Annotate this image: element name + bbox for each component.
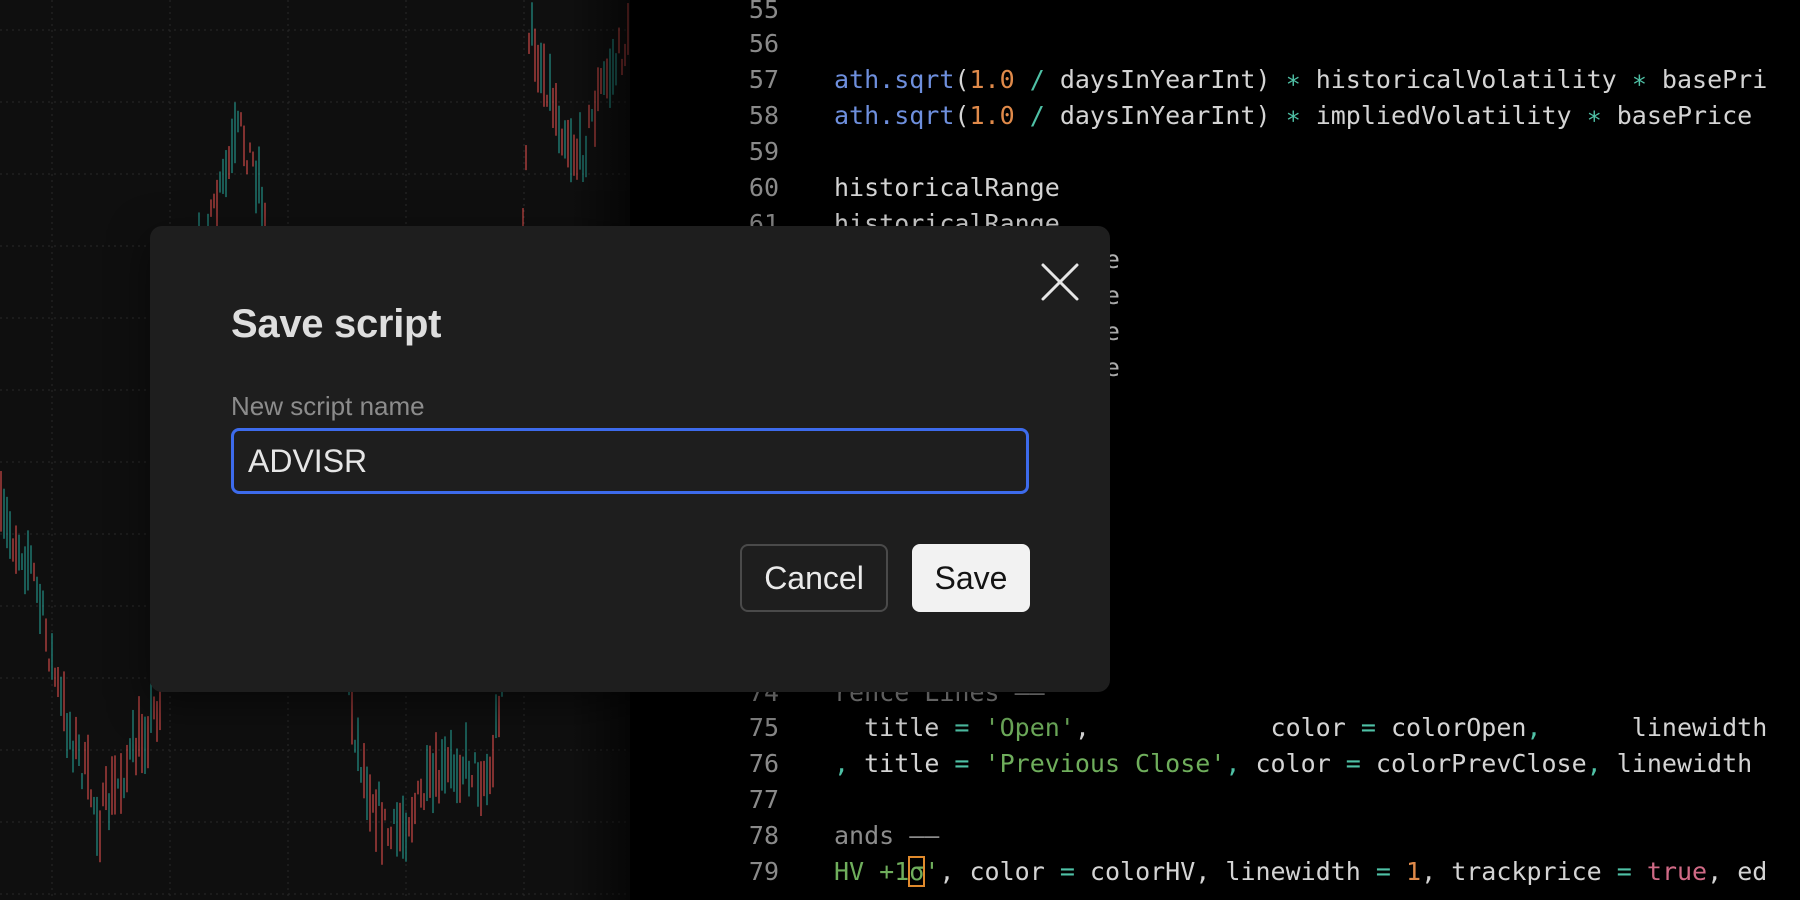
code-token: title (834, 713, 955, 742)
code-token: / (1029, 65, 1045, 94)
code-token: basePrice (1601, 101, 1753, 130)
code-line[interactable]: 77 (630, 782, 1800, 818)
code-token: ∗ (1285, 101, 1301, 130)
line-number: 56 (748, 29, 779, 58)
code-token: historicalVolatility (1300, 65, 1632, 94)
code-token: ∗ (1631, 65, 1647, 94)
code-text: HV +1σ', color = colorHV, linewidth = 1,… (834, 854, 1767, 890)
app-window: 55 56 57 ath.sqrt(1.0 / daysInYearInt) ∗ hi… (0, 0, 1800, 900)
code-text: ath.sqrt(1.0 / daysInYearInt) ∗ impliedV… (834, 98, 1752, 134)
code-token: = (954, 713, 970, 742)
code-token: , (1225, 749, 1241, 778)
line-number: 76 (748, 749, 779, 778)
code-token: linewidth (1541, 713, 1768, 742)
code-token: impliedVolatility (1300, 101, 1587, 130)
code-token: = (1616, 857, 1632, 886)
code-token: basePri (1646, 65, 1768, 94)
code-token: historicalRange (834, 173, 1060, 202)
code-line[interactable]: 76, title = 'Previous Close', color = co… (630, 746, 1800, 782)
code-token: 1.0 (969, 101, 1015, 130)
code-token: , (834, 749, 850, 778)
code-token: = (1345, 749, 1361, 778)
code-token: , color (939, 857, 1060, 886)
code-token: ∗ (1586, 101, 1602, 130)
text-cursor: σ (908, 856, 926, 887)
code-token: = (1059, 857, 1075, 886)
code-line[interactable]: 78 ands —— (630, 818, 1800, 854)
code-token: = (1360, 713, 1376, 742)
code-token: = (954, 749, 970, 778)
script-name-input[interactable] (231, 428, 1029, 494)
code-token: 1 (1406, 857, 1422, 886)
code-token: / (1029, 101, 1045, 130)
code-line[interactable]: 58 ath.sqrt(1.0 / daysInYearInt) ∗ implie… (630, 98, 1800, 134)
line-number: 79 (748, 857, 779, 886)
code-line[interactable]: 75 title = 'Open', color = colorOpen, li… (630, 710, 1800, 746)
code-text: ath.sqrt(1.0 / daysInYearInt) ∗ historic… (834, 62, 1767, 98)
line-number: 57 (748, 65, 779, 94)
code-token: colorOpen (1375, 713, 1527, 742)
line-number: 78 (748, 821, 779, 850)
code-line[interactable]: 55 (630, 0, 1800, 28)
code-line[interactable]: 56 (630, 26, 1800, 62)
code-token: ∗ (1285, 65, 1301, 94)
code-token: true (1646, 857, 1708, 886)
code-token: ( (954, 101, 970, 130)
code-text: ands —— (834, 818, 939, 854)
code-text: historicalRange (834, 170, 1060, 206)
save-script-dialog: Save script New script name Cancel Save (150, 226, 1110, 692)
dialog-title: Save script (231, 302, 442, 346)
code-token: 'Open' (984, 713, 1075, 742)
code-line[interactable]: 59 (630, 134, 1800, 170)
code-token: , trackprice (1421, 857, 1617, 886)
code-token: 1.0 (969, 65, 1015, 94)
code-token: , (1586, 749, 1602, 778)
code-token: ' (924, 857, 940, 886)
code-token: daysInYearInt) (1044, 65, 1286, 94)
code-token: ath.sqrt (834, 65, 955, 94)
code-token: , (1526, 713, 1542, 742)
close-button[interactable] (1034, 256, 1086, 308)
code-token: colorPrevClose (1360, 749, 1587, 778)
line-number: 60 (748, 173, 779, 202)
code-line[interactable]: 57 ath.sqrt(1.0 / daysInYearInt) ∗ histor… (630, 62, 1800, 98)
code-token: title (849, 749, 955, 778)
code-token: , ed (1707, 857, 1768, 886)
cancel-button[interactable]: Cancel (740, 544, 888, 612)
code-token: = (1375, 857, 1391, 886)
close-icon (1041, 263, 1079, 301)
line-number: 59 (748, 137, 779, 166)
code-line[interactable]: 79 HV +1σ', color = colorHV, linewidth = … (630, 854, 1800, 890)
code-token: linewidth (1601, 749, 1753, 778)
line-number: 77 (748, 785, 779, 814)
code-text: , title = 'Previous Close', color = colo… (834, 746, 1752, 782)
script-name-label: New script name (231, 391, 425, 421)
save-button[interactable]: Save (912, 544, 1030, 612)
code-line[interactable]: 60 historicalRange (630, 170, 1800, 206)
code-token: ath.sqrt (834, 101, 955, 130)
code-token: 'Previous Close' (984, 749, 1226, 778)
code-token: ( (954, 65, 970, 94)
line-number: 58 (748, 101, 779, 130)
code-token: color (1240, 749, 1346, 778)
line-number: 75 (748, 713, 779, 742)
line-number: 55 (748, 0, 779, 24)
code-text: title = 'Open', color = colorOpen, linew… (834, 710, 1767, 746)
code-token: colorHV, linewidth (1074, 857, 1376, 886)
code-token: , color (1074, 713, 1361, 742)
code-token: HV +1 (834, 857, 910, 886)
code-token: daysInYearInt) (1044, 101, 1286, 130)
code-token: ands —— (834, 821, 940, 850)
